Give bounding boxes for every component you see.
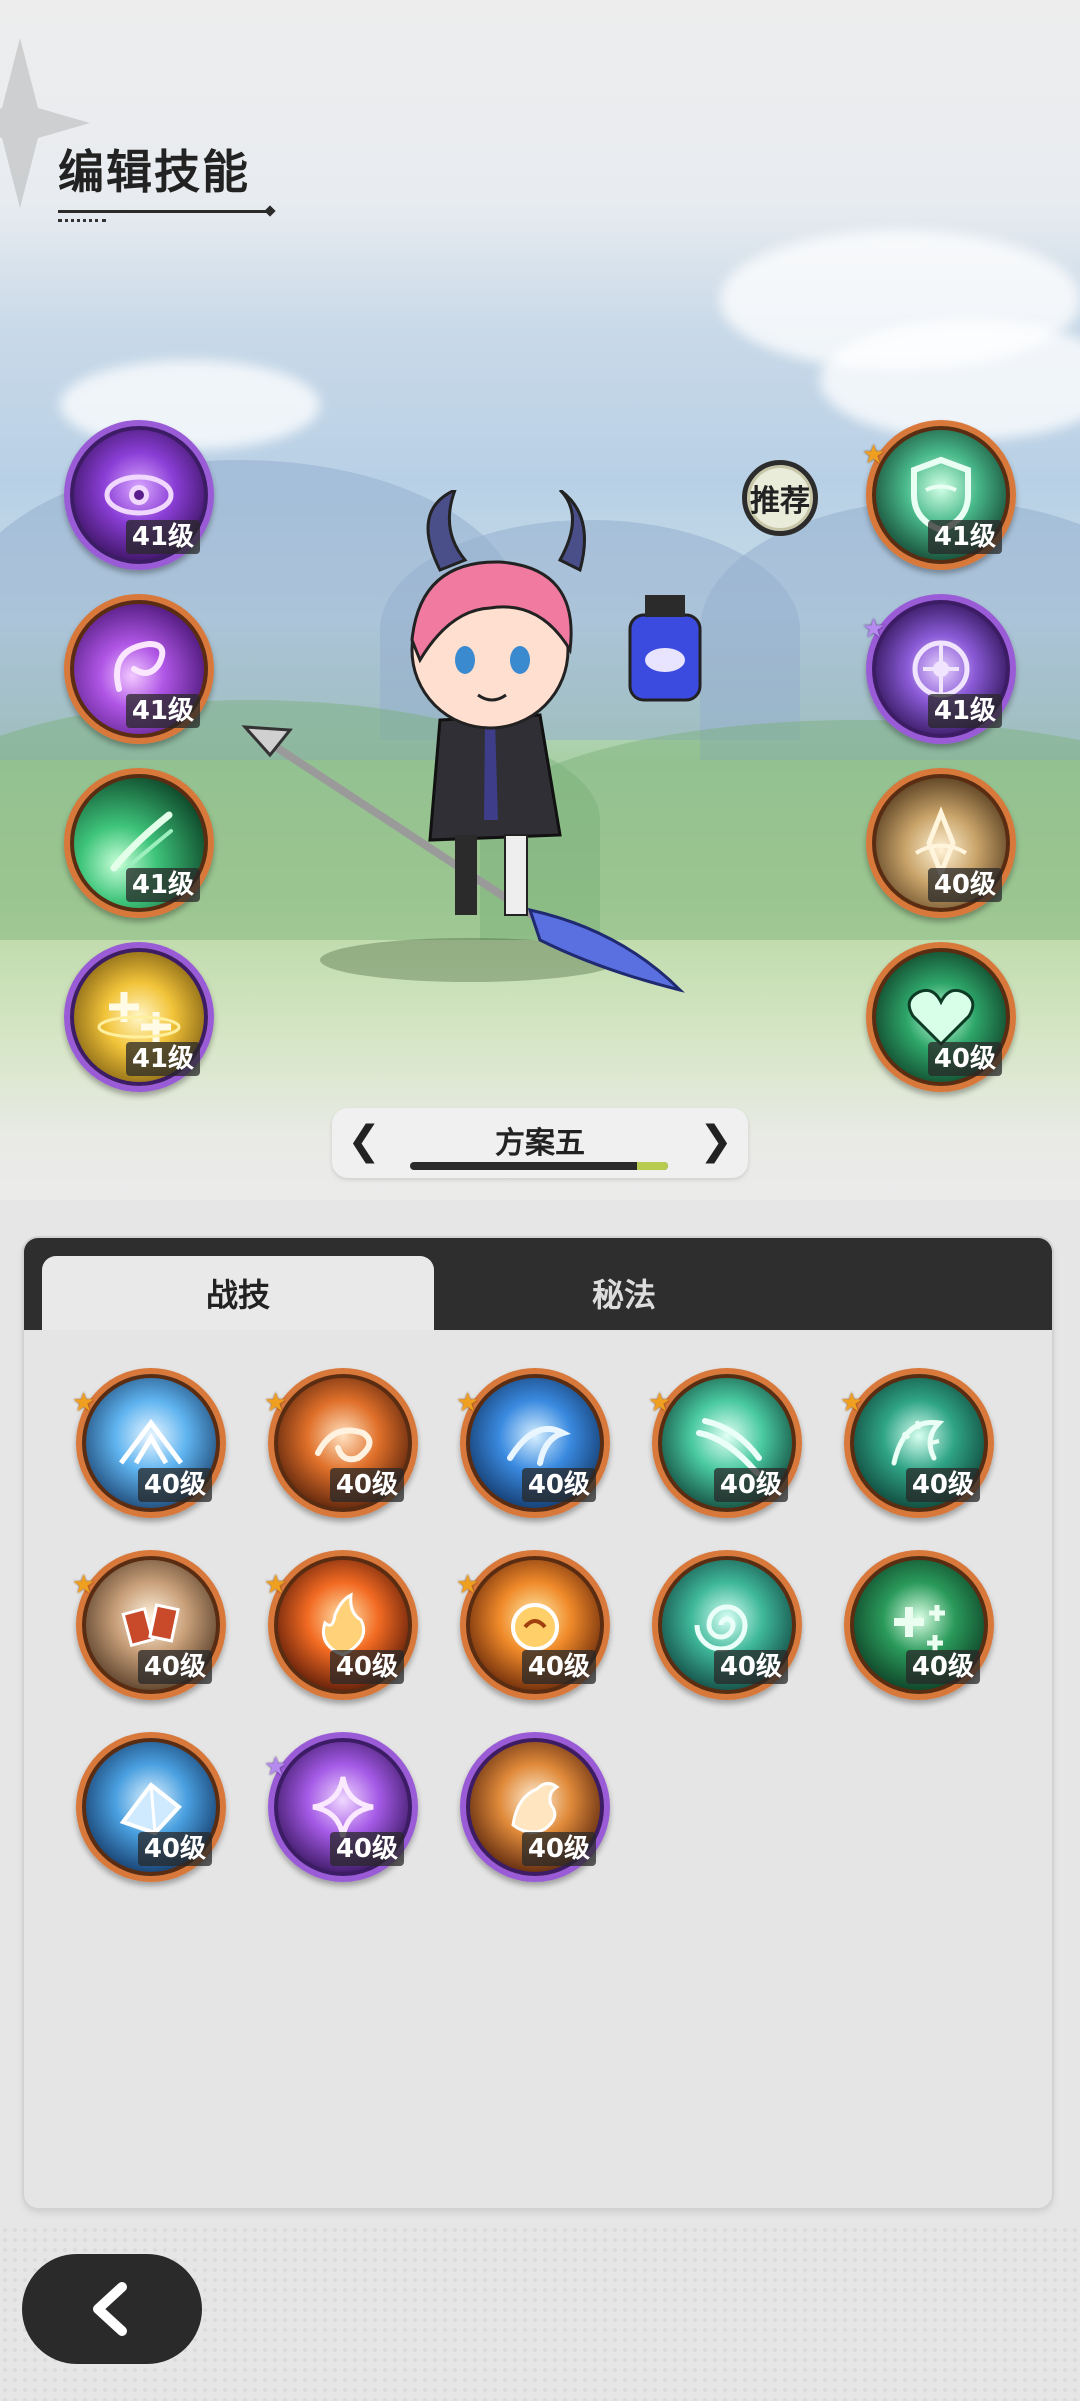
back-button[interactable] — [22, 2254, 202, 2364]
scheme-next-button[interactable]: ❯ — [696, 1118, 736, 1164]
left-skill-slot-1[interactable]: 41级 — [64, 420, 214, 570]
skill-level: 40级 — [137, 1832, 212, 1866]
tab-arcane-skills[interactable]: 秘法 — [434, 1256, 814, 1330]
skill-level: 40级 — [521, 1468, 596, 1502]
skill-level: 40级 — [927, 1042, 1002, 1076]
skill-grid-item[interactable]: ★ 40级 — [840, 1368, 994, 1518]
right-skill-slot-3[interactable]: 40级 — [866, 768, 1016, 918]
scheme-name: 方案五 — [495, 1126, 585, 1161]
skill-level: 41级 — [125, 868, 200, 902]
skill-grid-item[interactable]: ★ 40级 — [456, 1368, 610, 1518]
skill-level: 41级 — [927, 694, 1002, 728]
right-skill-slot-2[interactable]: ★ 41级 — [862, 594, 1016, 744]
page-title: 编辑技能 — [58, 145, 250, 199]
title-dots — [58, 219, 106, 222]
skill-level: 40级 — [329, 1832, 404, 1866]
skill-grid-item[interactable]: ★ 40级 — [264, 1550, 418, 1700]
character-sprite — [241, 490, 702, 993]
skill-level: 40级 — [521, 1650, 596, 1684]
title-block: 编辑技能 — [58, 136, 268, 222]
skill-level: 40级 — [713, 1468, 788, 1502]
skill-level: 40级 — [905, 1468, 980, 1502]
left-skill-slot-4[interactable]: 41级 — [64, 942, 214, 1092]
skill-grid-item[interactable]: ★ 40级 — [72, 1368, 226, 1518]
skill-level: 40级 — [905, 1650, 980, 1684]
right-skill-slot-4[interactable]: 40级 — [866, 942, 1016, 1092]
skill-grid-item[interactable]: ★ 40级 — [72, 1550, 226, 1700]
left-skill-slot-2[interactable]: 41级 — [64, 594, 214, 744]
skill-level: 41级 — [125, 694, 200, 728]
skill-level: 40级 — [713, 1650, 788, 1684]
skill-level: 40级 — [329, 1650, 404, 1684]
skill-level: 40级 — [137, 1468, 212, 1502]
skill-level: 40级 — [329, 1468, 404, 1502]
scheme-progress-bar — [410, 1162, 668, 1170]
skill-level: 40级 — [521, 1832, 596, 1866]
tab-bar: 战技 秘法 — [24, 1238, 1052, 1330]
scheme-selector: ❮ 方案五 ❯ — [332, 1108, 748, 1178]
scheme-progress-fill — [637, 1162, 668, 1170]
left-skill-slot-3[interactable]: 41级 — [64, 768, 214, 918]
skill-grid-item[interactable]: ★ 40级 — [264, 1732, 418, 1882]
skill-grid-item[interactable]: ★ 40级 — [456, 1550, 610, 1700]
skill-level: 41级 — [125, 1042, 200, 1076]
skill-grid-item[interactable]: ★ 40级 — [264, 1368, 418, 1518]
skill-level: 40级 — [927, 868, 1002, 902]
recommend-button[interactable]: 推荐 — [742, 460, 818, 536]
skill-level: 40级 — [137, 1650, 212, 1684]
tab-combat-skills[interactable]: 战技 — [42, 1256, 434, 1330]
right-skill-slot-1[interactable]: ★ 41级 — [862, 420, 1016, 570]
skill-level: 41级 — [927, 520, 1002, 554]
skill-grid-item[interactable]: 40级 — [76, 1732, 226, 1882]
skill-grid-item[interactable]: 40级 — [844, 1550, 994, 1700]
skill-grid-item[interactable]: 40级 — [460, 1732, 610, 1882]
title-underline — [58, 210, 268, 213]
back-arrow-icon — [93, 2282, 127, 2336]
skill-panel: 战技 秘法 ★ 40级 ★ 40级 ★ 40级 ★ 40级 ★ 40级 ★ 40级 ★ 40级 ★ 40级 40… — [24, 1238, 1052, 2208]
skill-level: 41级 — [125, 520, 200, 554]
skill-grid-item[interactable]: ★ 40级 — [648, 1368, 802, 1518]
skill-grid-item[interactable]: 40级 — [652, 1550, 802, 1700]
